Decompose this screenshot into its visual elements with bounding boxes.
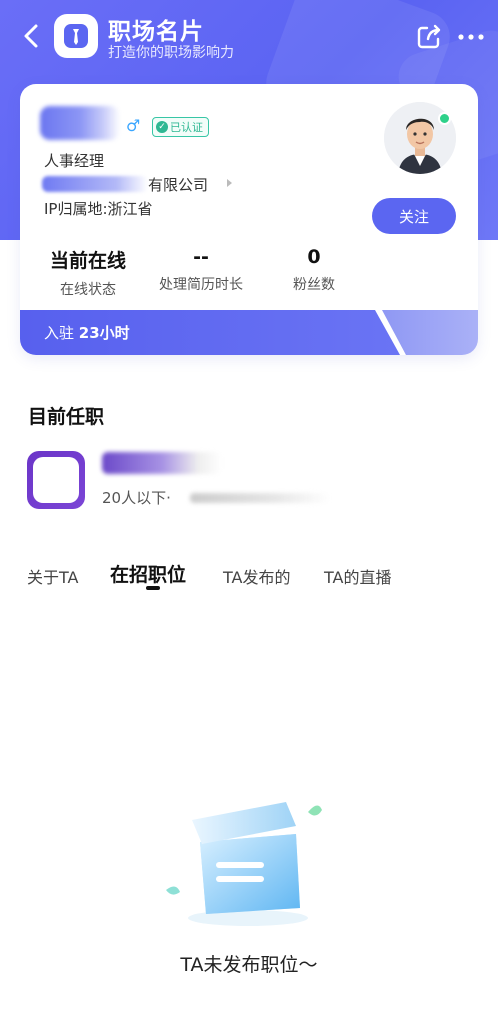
tab-jobs[interactable]: 在招职位 xyxy=(110,560,186,587)
stat-label: 粉丝数 xyxy=(293,277,335,293)
navigation-bar: 职场名片 打造你的职场影响力 xyxy=(0,0,498,76)
profile-tabs: 关于TA 在招职位 TA发布的 TA的直播 xyxy=(0,560,498,600)
share-icon[interactable] xyxy=(416,24,442,50)
stat-label: 处理简历时长 xyxy=(159,277,243,293)
more-icon[interactable] xyxy=(458,34,484,40)
stat-value: 当前在线 xyxy=(49,250,126,272)
company-name[interactable]: 有限公司 xyxy=(148,174,208,195)
stat-resume-processing: -- 处理简历时长 xyxy=(146,246,256,294)
male-gender-icon: ♂ xyxy=(126,116,141,135)
join-duration: 入驻 23小时 xyxy=(44,322,130,343)
company-info-redacted xyxy=(190,493,330,503)
empty-box-illustration xyxy=(166,802,322,926)
current-company-redacted[interactable] xyxy=(102,452,222,474)
follow-button[interactable]: 关注 xyxy=(372,198,456,234)
check-icon: ✓ xyxy=(156,121,168,133)
join-prefix: 入驻 xyxy=(44,324,75,342)
profile-card: ♂ ✓ 已认证 人事经理 有限公司 IP归属地:浙江省 关注 当前在线 在线状态… xyxy=(20,84,478,355)
page-title: 职场名片 xyxy=(108,19,204,45)
company-name-redacted xyxy=(42,176,148,192)
join-duration-band: 入驻 23小时 xyxy=(20,310,478,355)
stat-value: -- xyxy=(193,246,209,268)
section-title-current-job: 目前任职 xyxy=(28,406,105,428)
back-arrow-icon[interactable] xyxy=(20,22,44,50)
job-title: 人事经理 xyxy=(44,152,105,170)
stat-followers: 0 粉丝数 xyxy=(272,246,356,294)
stat-value: 0 xyxy=(307,246,321,268)
page-subtitle: 打造你的职场影响力 xyxy=(108,45,234,61)
tab-live[interactable]: TA的直播 xyxy=(324,564,391,588)
verified-label: 已认证 xyxy=(170,121,203,134)
tie-icon xyxy=(64,24,88,48)
join-band-side xyxy=(382,310,478,355)
tab-posts[interactable]: TA发布的 xyxy=(223,564,290,588)
company-size: 20人以下· xyxy=(102,489,171,507)
verified-badge: ✓ 已认证 xyxy=(152,117,209,137)
join-time: 23小时 xyxy=(78,324,130,342)
tab-about[interactable]: 关于TA xyxy=(27,564,78,588)
stat-label: 在线状态 xyxy=(60,282,116,298)
chevron-right-icon[interactable] xyxy=(227,179,232,187)
online-status-dot xyxy=(438,112,451,125)
company-logo[interactable] xyxy=(27,451,85,509)
empty-state-message: TA未发布职位～ xyxy=(180,954,318,976)
stat-online-status: 当前在线 在线状态 xyxy=(32,246,144,299)
active-tab-indicator xyxy=(146,586,160,590)
app-logo xyxy=(54,14,98,58)
ip-location: IP归属地:浙江省 xyxy=(44,200,153,218)
name-redacted xyxy=(40,106,120,140)
